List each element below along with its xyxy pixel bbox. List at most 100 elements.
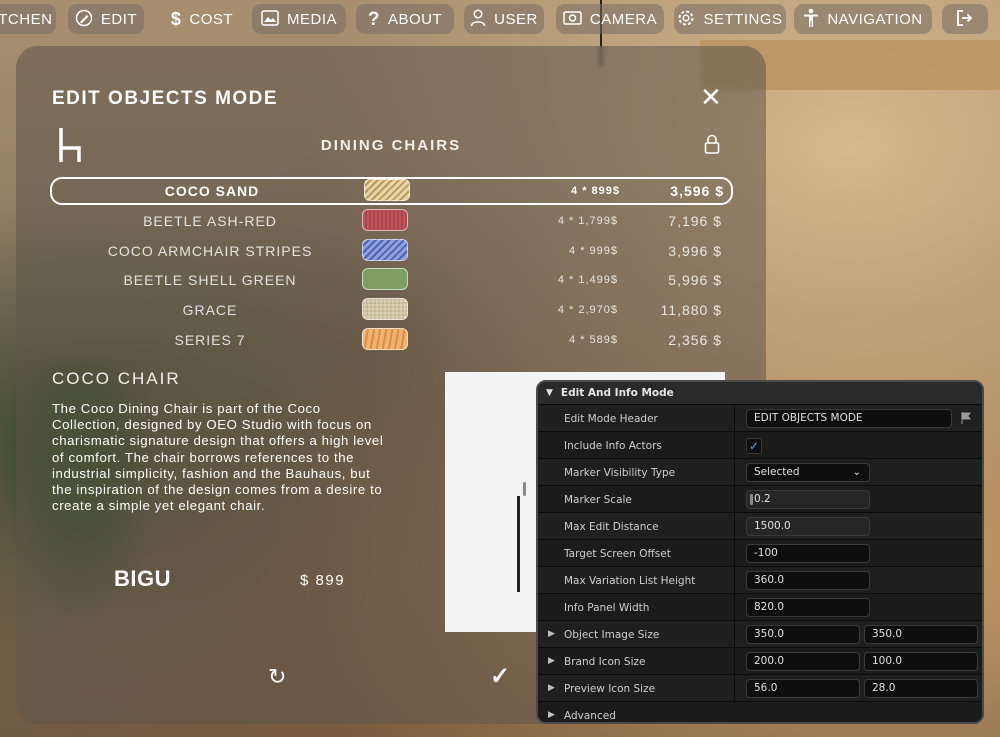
variant-quantity: 4 * 2,970$ xyxy=(557,304,618,317)
chair-leg xyxy=(523,482,526,496)
variant-row[interactable]: GRACE 4 * 2,970$ 11,880 $ xyxy=(50,296,733,324)
property-label: Preview Icon Size xyxy=(564,683,656,695)
description-title: COCO CHAIR xyxy=(52,369,181,388)
column-divider xyxy=(734,675,735,702)
property-label: Object Image Size xyxy=(564,629,660,641)
details-panel: ▼ Edit And Info Mode Edit Mode Header ED… xyxy=(536,380,984,724)
slider-handle xyxy=(750,494,753,505)
section-title: Edit And Info Mode xyxy=(560,387,674,399)
variant-quantity: 4 * 1,799$ xyxy=(557,214,618,227)
max-variation-list-height-input[interactable]: 360.0 xyxy=(746,571,870,590)
brand-icon-size-x-input[interactable]: 200.0 xyxy=(746,652,860,671)
variant-list: COCO SAND 4 * 899$ 3,596 $ BEETLE ASH-RE… xyxy=(50,177,733,356)
close-icon: ✕ xyxy=(700,82,722,112)
variant-swatch xyxy=(362,298,408,321)
property-row[interactable]: ▶ Advanced xyxy=(538,701,982,722)
property-row: Target Screen Offset -100 xyxy=(538,539,982,567)
nav-cost-button[interactable]: $ COST xyxy=(158,4,246,34)
property-label: Max Edit Distance xyxy=(564,521,659,533)
person-icon xyxy=(803,8,819,31)
expand-arrow-icon[interactable]: ▶ xyxy=(548,710,555,720)
chevron-down-icon: ⌄ xyxy=(852,467,861,478)
expand-arrow-icon[interactable]: ▶ xyxy=(548,656,555,666)
info-panel-width-input[interactable]: 820.0 xyxy=(746,598,870,617)
collapse-arrow-icon: ▼ xyxy=(546,388,553,398)
nav-about-label: ABOUT xyxy=(387,10,443,28)
nav-user-label: USER xyxy=(494,10,538,28)
marker-scale-input[interactable]: 0.2 xyxy=(746,490,870,509)
brand-icon-size-y-input[interactable]: 100.0 xyxy=(864,652,978,671)
column-divider xyxy=(734,432,735,459)
variant-name: COCO ARMCHAIR STRIPES xyxy=(107,242,313,259)
nav-media-label: MEDIA xyxy=(286,10,337,28)
object-image-size-y-input[interactable]: 350.0 xyxy=(864,625,978,644)
property-row: Max Variation List Height 360.0 xyxy=(538,566,982,594)
dollar-icon: $ xyxy=(170,9,182,29)
property-label: Target Screen Offset xyxy=(564,548,671,560)
preview-icon-size-y-input[interactable]: 28.0 xyxy=(864,679,978,698)
close-button[interactable]: ✕ xyxy=(700,84,722,110)
nav-kitchen-button[interactable]: ITCHEN xyxy=(0,4,56,34)
gear-icon xyxy=(677,9,695,30)
variant-row[interactable]: COCO ARMCHAIR STRIPES 4 * 999$ 3,996 $ xyxy=(50,237,733,265)
flag-icon[interactable] xyxy=(960,412,972,424)
object-image-size-x-input[interactable]: 350.0 xyxy=(746,625,860,644)
property-row: Marker Visibility Type Selected ⌄ xyxy=(538,458,982,486)
column-divider xyxy=(734,405,735,432)
target-screen-offset-input[interactable]: -100 xyxy=(746,544,870,563)
variant-quantity: 4 * 999$ xyxy=(569,244,618,257)
column-divider xyxy=(734,567,735,594)
confirm-icon[interactable]: ✓ xyxy=(490,662,510,691)
property-label: Marker Scale xyxy=(564,494,632,506)
preview-icon-size-x-input[interactable]: 56.0 xyxy=(746,679,860,698)
property-row: Max Edit Distance 1500.0 xyxy=(538,512,982,540)
variant-total: 5,996 $ xyxy=(668,272,722,289)
property-label: Info Panel Width xyxy=(564,602,650,614)
include-info-actors-checkbox[interactable]: ✓ xyxy=(746,438,762,454)
variant-row[interactable]: BEETLE SHELL GREEN 4 * 1,499$ 5,996 $ xyxy=(50,266,733,294)
variant-total: 3,996 $ xyxy=(668,242,722,259)
variant-row[interactable]: BEETLE ASH-RED 4 * 1,799$ 7,196 $ xyxy=(50,207,733,235)
camera-icon xyxy=(563,10,582,28)
property-row: Info Panel Width 820.0 xyxy=(538,593,982,621)
variant-swatch xyxy=(364,179,410,201)
max-edit-distance-input[interactable]: 1500.0 xyxy=(746,517,870,536)
column-divider xyxy=(734,540,735,567)
reset-icon[interactable]: ↻ xyxy=(268,664,286,690)
column-divider xyxy=(734,486,735,513)
variant-row[interactable]: SERIES 7 4 * 589$ 2,356 $ xyxy=(50,326,733,354)
question-icon: ? xyxy=(367,8,380,30)
description-text: The Coco Dining Chair is part of the Coc… xyxy=(52,401,384,514)
variant-swatch xyxy=(362,238,408,261)
marker-visibility-dropdown[interactable]: Selected ⌄ xyxy=(746,463,870,482)
panel-title: EDIT OBJECTS MODE xyxy=(52,88,279,109)
nav-navigation-button[interactable]: NAVIGATION xyxy=(794,4,932,34)
nav-camera-label: CAMERA xyxy=(589,10,658,28)
property-label: Edit Mode Header xyxy=(564,413,658,425)
details-section-header[interactable]: ▼ Edit And Info Mode xyxy=(538,382,982,404)
variant-quantity: 4 * 899$ xyxy=(571,185,620,197)
nav-navigation-label: NAVIGATION xyxy=(827,10,923,28)
top-navigation: ITCHEN EDIT $ COST MEDIA ? ABOUT USER CA… xyxy=(0,4,1000,34)
nav-cost-label: COST xyxy=(189,10,234,28)
logout-button[interactable] xyxy=(942,4,988,34)
nav-about-button[interactable]: ? ABOUT xyxy=(356,4,454,34)
variant-name: BEETLE SHELL GREEN xyxy=(123,272,297,289)
nav-camera-button[interactable]: CAMERA xyxy=(556,4,664,34)
variant-swatch xyxy=(362,327,408,350)
variant-swatch xyxy=(362,268,408,291)
chair-leg xyxy=(517,496,520,592)
lock-icon[interactable] xyxy=(704,134,720,154)
edit-mode-header-input[interactable]: EDIT OBJECTS MODE xyxy=(746,409,952,428)
nav-edit-button[interactable]: EDIT xyxy=(68,4,144,34)
property-label: Include Info Actors xyxy=(564,440,662,452)
property-row: ▶ Preview Icon Size 56.0 28.0 xyxy=(538,674,982,702)
variant-row[interactable]: COCO SAND 4 * 899$ 3,596 $ xyxy=(50,177,733,205)
nav-settings-button[interactable]: SETTINGS xyxy=(674,4,786,34)
nav-user-button[interactable]: USER xyxy=(464,4,544,34)
expand-arrow-icon[interactable]: ▶ xyxy=(548,683,555,693)
input-value: 0.2 xyxy=(754,493,771,505)
brand-logo: BIGU xyxy=(114,566,171,591)
nav-media-button[interactable]: MEDIA xyxy=(252,4,346,34)
expand-arrow-icon[interactable]: ▶ xyxy=(548,629,555,639)
